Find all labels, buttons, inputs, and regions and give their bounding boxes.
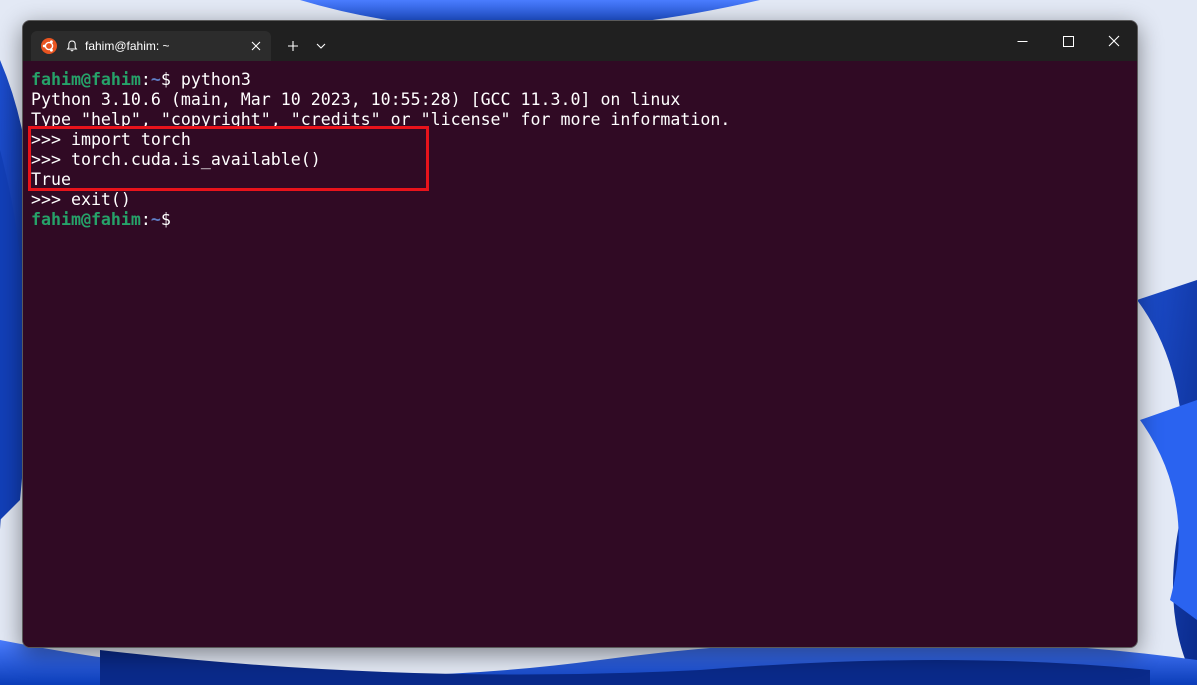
- bell-icon: [66, 40, 78, 52]
- close-window-button[interactable]: [1091, 21, 1137, 61]
- terminal-tab[interactable]: fahim@fahim: ~: [31, 31, 271, 61]
- command-text: python3: [180, 70, 251, 89]
- highlight-box: [28, 126, 429, 191]
- maximize-icon: [1062, 35, 1074, 47]
- prompt-user: fahim@fahim: [31, 70, 141, 89]
- title-bar[interactable]: fahim@fahim: ~: [23, 21, 1137, 61]
- prompt-symbol: $: [160, 70, 181, 89]
- plus-icon: [288, 41, 298, 51]
- prompt-path: ~: [150, 70, 161, 89]
- tab-close-button[interactable]: [241, 31, 271, 61]
- close-icon: [1108, 35, 1120, 47]
- terminal-line: Python 3.10.6 (main, Mar 10 2023, 10:55:…: [31, 90, 681, 109]
- new-tab-button[interactable]: [281, 33, 305, 59]
- prompt-separator: :: [140, 210, 151, 229]
- terminal-line: fahim@fahim:~$: [31, 210, 171, 230]
- maximize-button[interactable]: [1045, 21, 1091, 61]
- ubuntu-icon: [41, 38, 57, 54]
- terminal-line: >>> exit(): [31, 190, 131, 209]
- close-icon: [251, 41, 261, 51]
- prompt-symbol: $: [160, 210, 171, 229]
- terminal-line: fahim@fahim:~$ python3: [31, 70, 251, 90]
- prompt-separator: :: [140, 70, 151, 89]
- prompt-user: fahim@fahim: [31, 210, 141, 229]
- minimize-button[interactable]: [999, 21, 1045, 61]
- terminal-output[interactable]: fahim@fahim:~$ python3 Python 3.10.6 (ma…: [23, 61, 1137, 647]
- tab-title: fahim@fahim: ~: [85, 39, 170, 53]
- terminal-window: fahim@fahim: ~ fahim@fahim:~$ python3 Py…: [22, 20, 1138, 648]
- minimize-icon: [1017, 40, 1027, 42]
- tab-dropdown-button[interactable]: [310, 33, 332, 59]
- chevron-down-icon: [316, 43, 326, 49]
- prompt-path: ~: [150, 210, 161, 229]
